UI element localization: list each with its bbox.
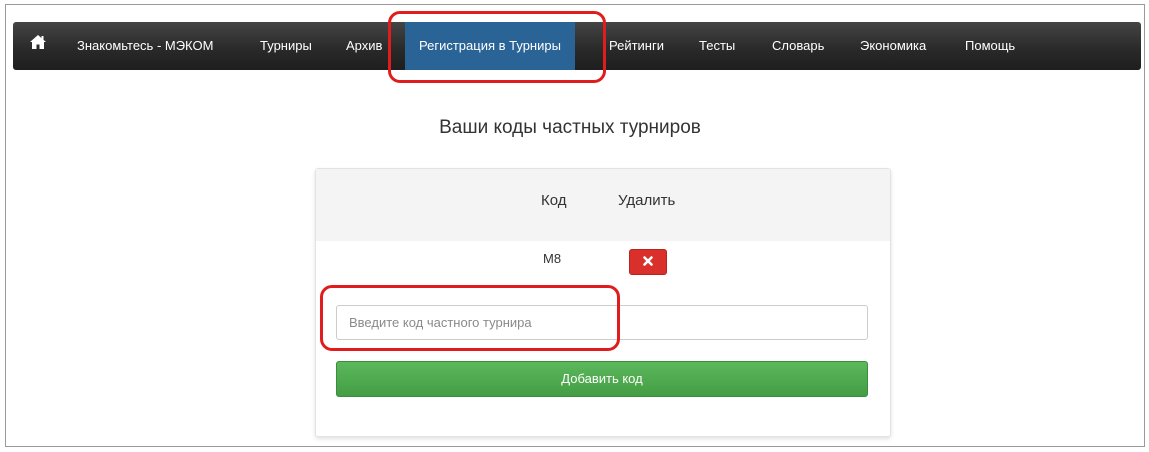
page-title: Ваши коды частных турниров bbox=[439, 117, 701, 138]
nav-item-reitingi[interactable]: Рейтинги bbox=[609, 22, 664, 70]
close-icon bbox=[643, 253, 653, 271]
nav-item-ekonomika[interactable]: Экономика bbox=[860, 22, 926, 70]
add-code-button[interactable]: Добавить код bbox=[336, 361, 868, 397]
nav-item-slovar[interactable]: Словарь bbox=[772, 22, 824, 70]
nav-item-turniry[interactable]: Турниры bbox=[260, 22, 312, 70]
codes-panel: Код Удалить М8 Добавить код bbox=[315, 168, 891, 437]
column-header-delete: Удалить bbox=[618, 192, 676, 209]
home-icon bbox=[29, 22, 47, 70]
nav-home[interactable] bbox=[29, 22, 47, 70]
nav-item-pomoshch[interactable]: Помощь bbox=[965, 22, 1015, 70]
nav-item-testy[interactable]: Тесты bbox=[699, 22, 735, 70]
delete-code-button[interactable] bbox=[629, 249, 667, 275]
nav-item-znakomtes[interactable]: Знакомьтесь - МЭКОМ bbox=[77, 22, 213, 70]
code-cell: М8 bbox=[543, 251, 562, 266]
browser-viewport: Знакомьтесь - МЭКОМ Турниры Архив Регист… bbox=[5, 4, 1145, 447]
private-code-input[interactable] bbox=[336, 305, 868, 340]
nav-item-registration[interactable]: Регистрация в Турниры bbox=[405, 22, 575, 70]
column-header-code: Код bbox=[541, 192, 567, 209]
table-header: Код Удалить bbox=[316, 169, 890, 241]
nav-item-arkhiv[interactable]: Архив bbox=[346, 22, 382, 70]
main-navbar: Знакомьтесь - МЭКОМ Турниры Архив Регист… bbox=[13, 22, 1141, 70]
